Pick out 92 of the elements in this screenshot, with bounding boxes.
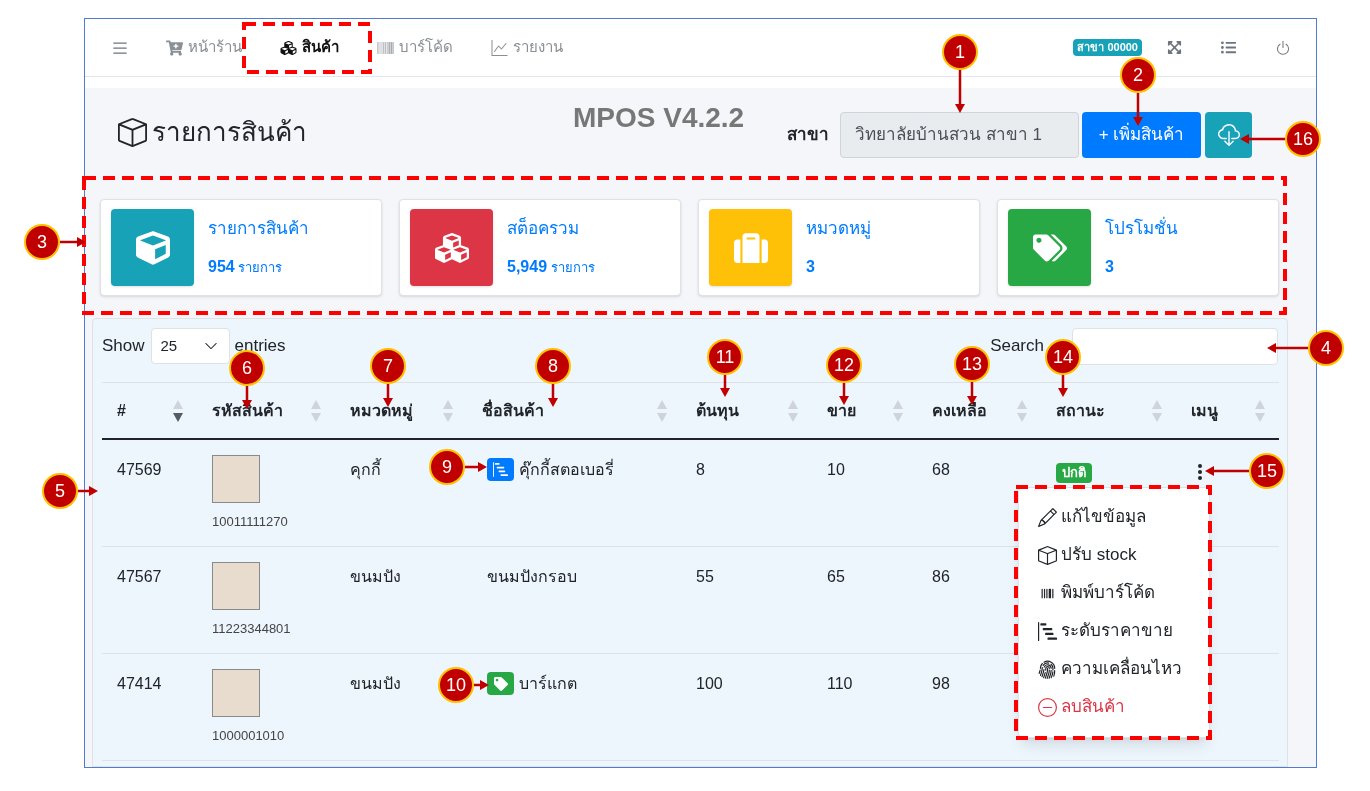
stock-quantity: 86 [932, 568, 950, 585]
branch-badge: สาขา 00000 [1073, 39, 1142, 56]
box-icon [1038, 545, 1057, 565]
sell-price: 65 [827, 568, 845, 585]
download-button[interactable] [1205, 112, 1252, 158]
branch-label: สาขา [787, 124, 829, 147]
callout-number: 5 [42, 473, 78, 509]
line-chart-icon [491, 39, 508, 56]
callout-number: 4 [1308, 330, 1344, 366]
expand-icon [1167, 40, 1182, 55]
menu-item[interactable]: ระดับราคาขาย [1019, 612, 1209, 650]
menu-item[interactable]: ปรับ stock [1019, 536, 1209, 574]
more-icon [1198, 464, 1202, 480]
stat-title: รายการสินค้า [208, 217, 309, 240]
box-icon [118, 118, 147, 147]
callout-arrow [720, 375, 730, 397]
barcode-icon [377, 39, 394, 56]
steps-icon [1038, 621, 1057, 641]
menu-item[interactable]: ความเคลื่อนไหว [1019, 650, 1209, 688]
branch-field[interactable]: วิทยาลัยบ้านสวน สาขา 1 [840, 112, 1079, 158]
cost-price: 100 [696, 675, 723, 692]
callout-arrow [955, 70, 965, 113]
callout-arrow [78, 486, 98, 496]
column-header: ต้นทุน [696, 400, 739, 423]
search-label: Search [990, 335, 1044, 358]
cost-price: 55 [696, 568, 714, 585]
stat-value: 954 รายการ [208, 257, 284, 278]
cubes-icon [280, 39, 297, 56]
status-badge: ปกติ [1056, 463, 1092, 483]
steps-icon [487, 458, 514, 481]
cloud-download-icon [1217, 124, 1240, 146]
stat-value: 3 [1105, 257, 1115, 278]
stat-value: 5,949 รายการ [507, 257, 595, 278]
column-header: ขาย [827, 400, 856, 421]
add-product-button[interactable]: + เพิ่มสินค้า [1082, 112, 1201, 158]
menu-item[interactable]: พิมพ์บาร์โค้ด [1019, 574, 1209, 612]
product-name: ขนมปังกรอบ [487, 567, 577, 587]
product-name: คุ๊กกี้สตอเบอรี่ [519, 458, 614, 482]
column-header: คงเหลือ [932, 400, 987, 421]
photo-placeholder [212, 455, 260, 503]
column-header: หมวดหมู่ [350, 400, 413, 423]
callout-number: 3 [24, 224, 60, 260]
callout-arrow [839, 383, 849, 405]
column-header: รหัสสินค้า [212, 400, 283, 421]
barcode-number: 11223344801 [212, 620, 291, 638]
barcode-number: 1000001010 [212, 727, 285, 745]
barcode-number: 10011111270 [212, 513, 288, 531]
sell-price: 110 [827, 675, 853, 692]
page-length-select[interactable]: 25 [150, 328, 230, 364]
stock-quantity: 68 [932, 461, 950, 478]
stock-quantity: 98 [932, 675, 950, 692]
callout-arrow [60, 237, 86, 247]
list-icon [1220, 40, 1237, 55]
page-title: รายการสินค้า [152, 116, 307, 149]
cost-price: 8 [696, 461, 705, 478]
stat-title: หมวดหมู่ [806, 217, 871, 241]
column-header: ชื่อสินค้า [482, 398, 544, 421]
column-header: # [117, 400, 126, 421]
photo-placeholder [212, 562, 260, 610]
length-label: Show [102, 335, 145, 358]
product-name: บาร์แกต [519, 673, 577, 694]
pencil-icon [1038, 507, 1057, 527]
nav-tab[interactable]: สินค้า [261, 19, 358, 76]
app-version: MPOS V4.2.2 [573, 101, 745, 135]
category-text: ขนมปัง [350, 675, 401, 692]
callout-arrow [1267, 343, 1308, 353]
power-icon [1275, 39, 1291, 56]
search-field[interactable] [1072, 327, 1278, 365]
product-id: 47569 [117, 461, 162, 478]
stat-value: 3 [806, 257, 816, 278]
callout-arrow [1240, 134, 1285, 144]
photo-placeholder [212, 669, 260, 717]
sort-icon[interactable] [173, 399, 183, 422]
column-header: เมนู [1191, 400, 1218, 423]
product-id: 47567 [117, 568, 162, 585]
fingerprint-icon [1038, 659, 1057, 679]
callout-arrow [465, 462, 487, 472]
cart-icon [166, 39, 183, 56]
product-id: 47414 [117, 675, 162, 692]
column-header: สถานะ [1056, 400, 1105, 421]
stat-title: โปรโมชั่น [1105, 215, 1178, 240]
category-text: ขนมปัง [350, 568, 401, 585]
callout-arrow [474, 680, 489, 690]
menu-item[interactable]: แก้ไขข้อมูล [1019, 498, 1209, 536]
row-menu-button[interactable] [1195, 461, 1205, 483]
callout-arrow [1205, 466, 1249, 476]
menu-item[interactable]: ลบสินค้า [1019, 688, 1209, 726]
stat-title: สต็อครวม [507, 216, 580, 240]
tag-icon [487, 672, 514, 695]
callout-arrow [548, 384, 558, 407]
sell-price: 10 [827, 461, 845, 478]
callout-arrow [1058, 375, 1068, 397]
